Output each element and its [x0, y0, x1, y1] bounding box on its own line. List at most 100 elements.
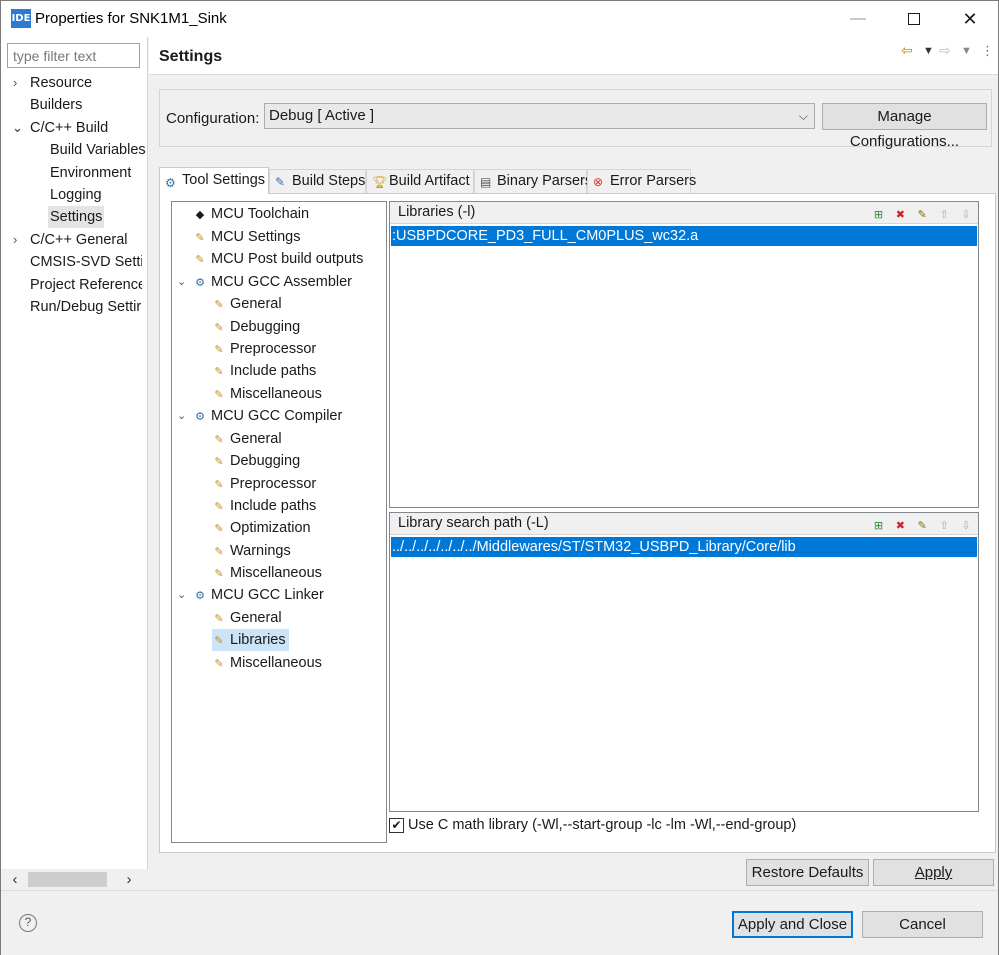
tab-bar: ⚙ Tool Settings ✎ Build Steps 🏆︎ Build A…	[159, 167, 999, 194]
view-menu-icon[interactable]: ⋮	[981, 43, 994, 59]
scrollbar-thumb[interactable]	[28, 872, 107, 887]
tree-item-label: MCU GCC Compiler	[211, 408, 343, 424]
tab-label: Tool Settings	[182, 172, 266, 188]
tool-gear-icon: ⚙	[195, 277, 205, 289]
tree-item-mcu-settings[interactable]: ✎ MCU Settings	[193, 226, 300, 248]
chevron-down-icon[interactable]: ⌄	[177, 584, 186, 606]
horizontal-scrollbar[interactable]: ‹ ›	[1, 869, 148, 890]
back-dropdown-icon[interactable]: ▼	[923, 45, 934, 57]
chevron-down-icon[interactable]: ⌄	[12, 117, 23, 139]
tree-item-mcu-toolchain[interactable]: ◆ MCU Toolchain	[193, 203, 309, 225]
tree-item-gcc-compiler[interactable]: ⚙ MCU GCC Compiler	[193, 405, 342, 427]
tree-item-label: MCU Settings	[211, 229, 301, 245]
tree-item-label: MCU GCC Assembler	[211, 274, 352, 290]
minimize-button[interactable]: —	[830, 1, 886, 37]
back-arrow-icon[interactable]: ⇦	[901, 42, 913, 59]
binary-parsers-icon: ▤	[480, 175, 492, 189]
chevron-down-icon[interactable]: ⌄	[177, 405, 186, 427]
tree-item-compiler-optimization[interactable]: ✎ Optimization	[212, 517, 310, 539]
scroll-right-icon[interactable]: ›	[119, 869, 139, 890]
tree-item-label: Miscellaneous	[230, 565, 322, 581]
apply-and-close-button[interactable]: Apply and Close	[732, 911, 853, 938]
chevron-down-icon[interactable]: ⌄	[177, 271, 186, 293]
tree-item-gcc-linker[interactable]: ⚙ MCU GCC Linker	[193, 584, 324, 606]
cancel-button[interactable]: Cancel	[862, 911, 983, 938]
edit-icon[interactable]: ✎	[914, 518, 930, 534]
nav-item-cmsis-svd[interactable]: CMSIS-SVD Settir	[30, 251, 142, 273]
option-icon: ✎	[214, 546, 224, 558]
tree-item-linker-miscellaneous[interactable]: ✎ Miscellaneous	[212, 652, 322, 674]
tree-item-label: Debugging	[230, 453, 301, 469]
tab-build-steps[interactable]: ✎ Build Steps	[269, 169, 366, 193]
build-steps-icon: ✎	[275, 175, 286, 189]
tree-item-compiler-warnings[interactable]: ✎ Warnings	[212, 540, 290, 562]
move-up-icon[interactable]: ⇧	[936, 207, 952, 223]
tab-build-artifact[interactable]: 🏆︎ Build Artifact	[366, 169, 474, 193]
tree-item-assembler-miscellaneous[interactable]: ✎ Miscellaneous	[212, 383, 322, 405]
delete-icon[interactable]: ✖	[892, 518, 908, 534]
tree-item-gcc-assembler[interactable]: ⚙ MCU GCC Assembler	[193, 271, 352, 293]
nav-item-run-debug[interactable]: Run/Debug Settir	[30, 296, 142, 318]
libraries-list: Libraries (-l) ⊞ ✖ ✎ ⇧ ⇩ :USBPDCORE_PD3_…	[389, 201, 979, 508]
tree-item-compiler-general[interactable]: ✎ General	[212, 428, 281, 450]
filter-input[interactable]	[7, 43, 140, 68]
tree-item-label: Libraries	[230, 632, 286, 648]
tree-item-label: Miscellaneous	[230, 386, 322, 402]
maximize-button[interactable]	[886, 1, 942, 37]
tree-item-compiler-miscellaneous[interactable]: ✎ Miscellaneous	[212, 562, 322, 584]
apply-button[interactable]: Apply	[873, 859, 994, 886]
configuration-select[interactable]: Debug [ Active ] ⌵	[264, 103, 815, 129]
tree-item-compiler-preprocessor[interactable]: ✎ Preprocessor	[212, 473, 316, 495]
move-down-icon[interactable]: ⇩	[958, 518, 974, 534]
tree-item-assembler-include-paths[interactable]: ✎ Include paths	[212, 360, 316, 382]
list-item[interactable]: :USBPDCORE_PD3_FULL_CM0PLUS_wc32.a	[391, 226, 977, 246]
chevron-right-icon[interactable]: ›	[13, 229, 17, 251]
nav-item-project-references[interactable]: Project References	[30, 274, 142, 296]
tree-item-assembler-debugging[interactable]: ✎ Debugging	[212, 316, 300, 338]
tree-item-compiler-debugging[interactable]: ✎ Debugging	[212, 450, 300, 472]
tree-item-mcu-post-build[interactable]: ✎ MCU Post build outputs	[193, 248, 363, 270]
list-item[interactable]: ../../../../../../../Middlewares/ST/STM3…	[391, 537, 977, 557]
restore-defaults-button[interactable]: Restore Defaults	[746, 859, 869, 886]
tab-tool-settings[interactable]: ⚙ Tool Settings	[159, 167, 269, 194]
move-down-icon[interactable]: ⇩	[958, 207, 974, 223]
use-c-math-checkbox[interactable]: ✔	[389, 817, 404, 833]
nav-item-builders[interactable]: Builders	[30, 94, 82, 116]
nav-item-settings[interactable]: Settings	[48, 206, 105, 228]
close-button[interactable]: ✕	[942, 1, 998, 37]
nav-item-environment[interactable]: Environment	[50, 162, 131, 184]
edit-icon[interactable]: ✎	[914, 207, 930, 223]
nav-item-resource[interactable]: Resource	[30, 72, 92, 94]
dialog-footer: ? Apply and Close Cancel	[1, 890, 998, 955]
use-c-math-option[interactable]: ✔ Use C math library (-Wl,--start-group -…	[389, 817, 796, 837]
nav-item-logging[interactable]: Logging	[50, 184, 102, 206]
tree-item-assembler-general[interactable]: ✎ General	[212, 293, 281, 315]
forward-dropdown-icon[interactable]: ▼	[961, 45, 972, 57]
tab-binary-parsers[interactable]: ▤ Binary Parsers	[474, 169, 592, 193]
scroll-left-icon[interactable]: ‹	[5, 869, 25, 890]
forward-arrow-icon[interactable]: ⇨	[939, 42, 951, 59]
delete-icon[interactable]: ✖	[892, 207, 908, 223]
tool-gear-icon: ⚙	[195, 590, 205, 602]
nav-item-cpp-build[interactable]: C/C++ Build	[30, 117, 108, 139]
add-icon[interactable]: ⊞	[870, 518, 886, 534]
tree-item-assembler-preprocessor[interactable]: ✎ Preprocessor	[212, 338, 316, 360]
nav-item-build-variables[interactable]: Build Variables	[50, 139, 146, 161]
option-icon: ✎	[214, 479, 224, 491]
library-search-path-header: Library search path (-L) ⊞ ✖ ✎ ⇧ ⇩	[390, 513, 978, 535]
tree-item-label: Miscellaneous	[230, 655, 322, 671]
library-search-path-list: Library search path (-L) ⊞ ✖ ✎ ⇧ ⇩ ../..…	[389, 512, 979, 812]
tab-error-parsers[interactable]: ⊗ Error Parsers	[587, 169, 696, 193]
page-title: Settings	[159, 48, 223, 65]
nav-item-cpp-general[interactable]: C/C++ General	[30, 229, 128, 251]
manage-configurations-button[interactable]: Manage Configurations...	[822, 103, 987, 150]
chevron-right-icon[interactable]: ›	[13, 72, 17, 94]
move-up-icon[interactable]: ⇧	[936, 518, 952, 534]
help-icon[interactable]: ?	[19, 914, 37, 932]
tree-item-label: MCU Post build outputs	[211, 251, 364, 267]
add-icon[interactable]: ⊞	[870, 207, 886, 223]
toolchain-icon: ◆	[195, 209, 205, 221]
tree-item-linker-libraries[interactable]: ✎ Libraries	[212, 629, 289, 651]
tree-item-compiler-include-paths[interactable]: ✎ Include paths	[212, 495, 316, 517]
tree-item-linker-general[interactable]: ✎ General	[212, 607, 281, 629]
